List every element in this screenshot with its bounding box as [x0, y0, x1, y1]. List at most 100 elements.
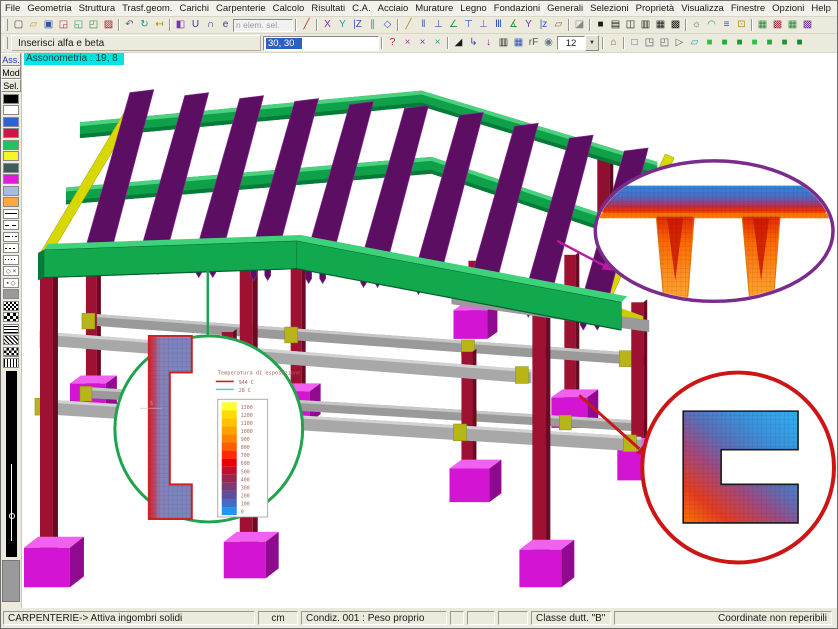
hidden-line-cube-icon[interactable]: ◳ [642, 36, 657, 50]
textured-cube-icon[interactable]: ■ [732, 36, 747, 50]
local-axes-icon[interactable]: ↳ [466, 36, 481, 50]
curve-icon[interactable]: ◠ [704, 18, 719, 32]
delete-model-icon[interactable]: ▨ [101, 18, 116, 32]
swatch-crimson[interactable] [3, 128, 19, 138]
section-colors-icon[interactable]: ▦ [511, 36, 526, 50]
export-model-icon[interactable]: ◱ [71, 18, 86, 32]
step-back-icon[interactable]: ↤ [152, 18, 167, 32]
segment-icon[interactable]: ╱ [401, 18, 416, 32]
draw-line-icon[interactable]: ╱ [299, 18, 314, 32]
offset-icon[interactable]: ⊥ [476, 18, 491, 32]
menu-item[interactable]: Calcolo [272, 3, 306, 14]
pattern-diagonal[interactable] [3, 335, 19, 345]
open-model-icon[interactable]: ▱ [26, 18, 41, 32]
linestyle-finedot[interactable] [3, 255, 19, 265]
menu-item[interactable]: Help [810, 3, 832, 14]
angle-icon[interactable]: ∠ [446, 18, 461, 32]
undo-icon[interactable]: ↶ [122, 18, 137, 32]
split-element-icon[interactable]: × [415, 36, 430, 50]
menu-item[interactable]: C.A. [351, 3, 371, 14]
menu-item[interactable]: Fondazioni [493, 3, 541, 14]
y-axis-icon[interactable]: Y [335, 18, 350, 32]
settings-gear-icon[interactable]: ☼ [689, 18, 704, 32]
swatch-blue[interactable] [3, 117, 19, 127]
pattern-checker-coarse[interactable] [3, 312, 19, 322]
node-labels-icon[interactable]: rF [526, 36, 541, 50]
swatch-green[interactable] [3, 140, 19, 150]
thickness-knob[interactable] [9, 513, 15, 519]
font-size-dropdown[interactable]: 12 ▼ [557, 35, 599, 51]
line-thickness-selector[interactable] [6, 371, 17, 557]
wireframe-cube-icon[interactable]: □ [627, 36, 642, 50]
menu-item[interactable]: Generali [546, 3, 584, 14]
symbols-square-diamond[interactable]: ▪ ◇ [3, 278, 19, 288]
linestyle-solid[interactable] [3, 209, 19, 219]
local-cube-icon[interactable]: ■ [777, 36, 792, 50]
import-model-icon[interactable]: ◲ [56, 18, 71, 32]
project-top-icon[interactable]: ⊤ [461, 18, 476, 32]
arrows-cube-icon[interactable]: ■ [747, 36, 762, 50]
previous-selection-icon[interactable]: e [218, 18, 233, 32]
union-selection-icon[interactable]: U [188, 18, 203, 32]
pattern-vlines[interactable] [3, 358, 19, 368]
pattern-checker-fine[interactable] [3, 301, 19, 311]
model-canvas[interactable]: 5 Temperatura di esposizione 944 C 28 C … [22, 53, 837, 608]
measure-angle-icon[interactable]: ∡ [506, 18, 521, 32]
menu-item[interactable]: Selezioni [589, 3, 630, 14]
menu-item[interactable]: Murature [414, 3, 454, 14]
section-fill-icon[interactable]: ▥ [496, 36, 511, 50]
shaded-cube-icon[interactable]: ■ [717, 36, 732, 50]
menu-item[interactable]: Acciaio [377, 3, 410, 14]
swatch-white[interactable] [3, 105, 19, 115]
menu-item[interactable]: Geometria [26, 3, 72, 14]
merge-model-icon[interactable]: ◰ [86, 18, 101, 32]
tab-modello[interactable]: Mod [1, 66, 21, 79]
mesh-purple-icon[interactable]: ▩ [800, 18, 815, 32]
pattern-solid-gray[interactable] [3, 289, 19, 299]
swatch-yellow[interactable] [3, 151, 19, 161]
query-id-icon[interactable]: ? [385, 36, 400, 50]
z-axis-icon[interactable]: |Z [350, 18, 365, 32]
check-model-icon[interactable]: × [430, 36, 445, 50]
toolbar-grip[interactable] [3, 37, 8, 49]
layout-single-icon[interactable]: ■ [593, 18, 608, 32]
menu-item[interactable]: Visualizza [680, 3, 725, 14]
cut-plane-icon[interactable]: ▱ [687, 36, 702, 50]
diamond-snap-icon[interactable]: ◇ [380, 18, 395, 32]
view-flag-icon[interactable]: ▷ [672, 36, 687, 50]
pattern-hlines[interactable] [3, 324, 19, 334]
parallel-snap-icon[interactable]: ∥ [365, 18, 380, 32]
perpendicular-icon[interactable]: ⊥ [431, 18, 446, 32]
list-icon[interactable]: ≡ [719, 18, 734, 32]
menu-item[interactable]: Opzioni [771, 3, 805, 14]
swatch-magenta[interactable] [3, 174, 19, 184]
selection-window-icon[interactable]: ◧ [173, 18, 188, 32]
linestyle-dashed[interactable] [3, 220, 19, 230]
axes-cube-icon[interactable]: ■ [762, 36, 777, 50]
axonometry-home-icon[interactable]: ⌂ [606, 36, 621, 50]
layout-quad-icon[interactable]: ▩ [668, 18, 683, 32]
render-options-icon[interactable]: ◉ [541, 36, 556, 50]
swatch-orange[interactable] [3, 197, 19, 207]
lock-icon[interactable]: ⊡ [734, 18, 749, 32]
x-axis-icon[interactable]: X [320, 18, 335, 32]
selected-elements-field[interactable]: n elem. sel. [233, 19, 293, 32]
insert-load-icon[interactable]: ↓ [481, 36, 496, 50]
mesh-red-icon[interactable]: ▩ [770, 18, 785, 32]
menu-item[interactable]: Struttura [78, 3, 116, 14]
menu-item[interactable]: Carpenterie [215, 3, 267, 14]
swatch-gray-large[interactable] [2, 560, 20, 602]
symbols-diamond-cross[interactable]: ◇ × [3, 266, 19, 276]
tab-assonometria[interactable]: Ass. [1, 53, 21, 66]
linestyle-dashdot[interactable] [3, 232, 19, 242]
menu-item[interactable]: Proprietà [635, 3, 676, 14]
dropdown-arrow-icon[interactable]: ▼ [585, 35, 599, 51]
intersect-selection-icon[interactable]: ∩ [203, 18, 218, 32]
menu-item[interactable]: Trasf.geom. [121, 3, 173, 14]
parallel-icon[interactable]: ‖ [416, 18, 431, 32]
pattern-checker-mid[interactable] [3, 347, 19, 357]
new-model-icon[interactable]: ▢ [11, 18, 26, 32]
solid-edge-cube-icon[interactable]: ◰ [657, 36, 672, 50]
swatch-darkslate[interactable] [3, 163, 19, 173]
y-select-icon[interactable]: Y [521, 18, 536, 32]
